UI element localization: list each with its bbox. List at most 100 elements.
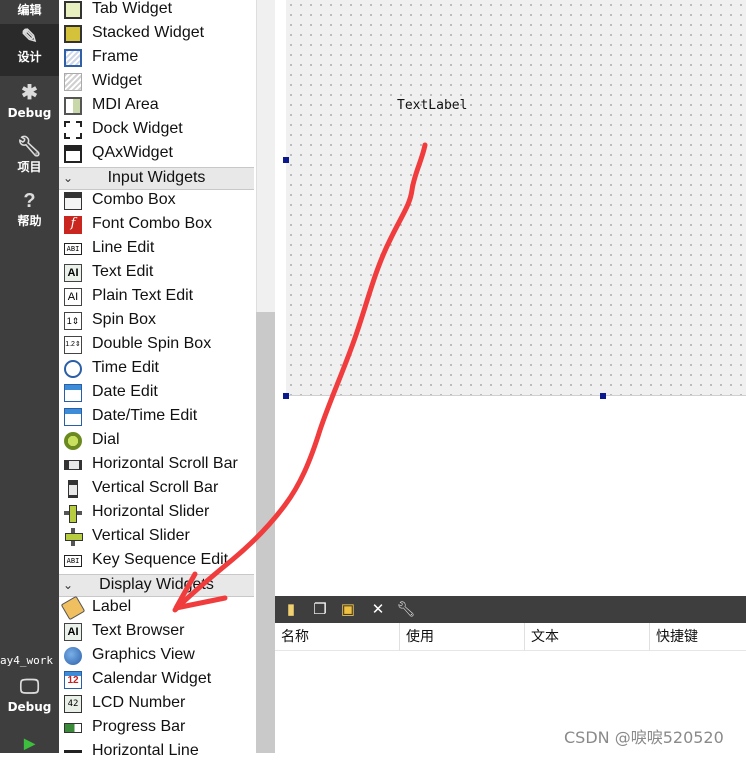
category-label: Display Widgets	[99, 576, 214, 593]
label-icon	[60, 595, 86, 621]
mode-projects-button[interactable]: 🔧︎ 项目	[0, 134, 59, 186]
resize-handle-left[interactable]	[283, 157, 289, 163]
category-input-widgets[interactable]: ⌄ Input Widgets	[59, 167, 254, 190]
play-icon: ▶	[24, 735, 35, 751]
column-header-name[interactable]: 名称	[275, 623, 400, 651]
widget-item-tab-widget[interactable]: Tab Widget	[59, 0, 256, 22]
widget-item-progress-bar[interactable]: Progress Bar	[59, 716, 256, 740]
widget-item-label: LCD Number	[92, 694, 186, 711]
column-header-shortcut[interactable]: 快捷键	[650, 623, 746, 651]
widget-item-mdi-area[interactable]: MDI Area	[59, 94, 256, 118]
key-sequence-edit-icon: ABI	[64, 555, 82, 567]
widget-item-label: Graphics View	[92, 646, 195, 663]
widget-item-label: Date Edit	[92, 383, 158, 400]
form-canvas[interactable]	[286, 0, 746, 396]
mode-debug-button[interactable]: ✱ Debug	[0, 80, 59, 132]
build-config-button[interactable]: 🖵︎ Debug	[0, 674, 59, 724]
combo-box-icon	[64, 192, 82, 210]
category-display-widgets[interactable]: ⌄ Display Widgets	[59, 574, 254, 597]
widget-item-vertical-slider[interactable]: Vertical Slider	[59, 525, 256, 549]
widget-item-label: Key Sequence Edit	[92, 551, 229, 568]
widget-item-label: Spin Box	[92, 311, 157, 328]
widget-item-label: QAxWidget	[92, 144, 173, 161]
widget-item-label: Horizontal Slider	[92, 503, 210, 520]
configure-icon[interactable]: 🔧︎	[396, 600, 416, 620]
widget-item-vertical-scroll-bar[interactable]: Vertical Scroll Bar	[59, 477, 256, 501]
widget-item-label[interactable]: Label	[59, 595, 256, 621]
widget-icon	[64, 73, 82, 91]
dock-widget-icon	[64, 121, 82, 139]
widget-item-label: Widget	[92, 72, 142, 89]
pencil-icon: ✎	[21, 26, 38, 48]
widget-item-text-edit[interactable]: AI Text Edit	[59, 261, 256, 285]
widget-item-label: Calendar Widget	[92, 670, 212, 687]
mode-design-button[interactable]: ✎ 设计	[0, 24, 59, 76]
widget-item-horizontal-line[interactable]: Horizontal Line	[59, 740, 256, 764]
widget-item-label: Font Combo Box	[92, 215, 213, 232]
new-action-icon[interactable]: ▮	[281, 600, 301, 620]
mode-help-button[interactable]: ? 帮助	[0, 188, 59, 240]
monitor-icon: 🖵︎	[19, 676, 40, 698]
widget-item-frame[interactable]: Frame	[59, 46, 256, 70]
widget-item-text-browser[interactable]: AI Text Browser	[59, 620, 256, 644]
resize-handle-bottom-left[interactable]	[283, 393, 289, 399]
widget-item-plain-text-edit[interactable]: AI Plain Text Edit	[59, 285, 256, 309]
widget-item-stacked-widget[interactable]: Stacked Widget	[59, 22, 256, 46]
widget-item-label: Frame	[92, 48, 139, 65]
widget-item-label: Text Edit	[92, 263, 154, 280]
widget-item-combo-box[interactable]: Combo Box	[59, 189, 256, 213]
widget-item-horizontal-scroll-bar[interactable]: Horizontal Scroll Bar	[59, 453, 256, 477]
widget-item-label: Date/Time Edit	[92, 407, 198, 424]
widget-item-key-sequence-edit[interactable]: ABI Key Sequence Edit	[59, 549, 256, 573]
widget-item-label: Dial	[92, 431, 120, 448]
column-header-text[interactable]: 文本	[525, 623, 650, 651]
qaxwidget-icon	[64, 145, 82, 163]
paste-action-icon[interactable]: ▣	[338, 600, 358, 620]
plain-text-edit-icon: AI	[64, 288, 82, 306]
text-label-widget[interactable]: TextLabel	[397, 98, 467, 113]
column-header-used[interactable]: 使用	[400, 623, 525, 651]
mode-edit-button[interactable]: 编辑	[0, 0, 59, 20]
resize-handle-bottom[interactable]	[600, 393, 606, 399]
watermark: CSDN @唳唳520520	[564, 728, 724, 747]
widget-item-label: Vertical Scroll Bar	[92, 479, 219, 496]
widget-item-font-combo-box[interactable]: f Font Combo Box	[59, 213, 256, 237]
stacked-widget-icon	[64, 25, 82, 43]
widget-item-calendar-widget[interactable]: 12 Calendar Widget	[59, 668, 256, 692]
widget-item-spin-box[interactable]: 1⇕ Spin Box	[59, 309, 256, 333]
mode-debug-label: Debug	[7, 106, 52, 120]
widget-item-label: Double Spin Box	[92, 335, 212, 352]
lcd-number-icon: 42	[64, 695, 82, 713]
widget-item-label: MDI Area	[92, 96, 159, 113]
bug-icon: ✱	[21, 82, 38, 104]
widget-item-qaxwidget[interactable]: QAxWidget	[59, 142, 256, 166]
font-combo-box-icon: f	[64, 216, 82, 234]
widget-box: Tab Widget Stacked Widget Frame Widget M…	[59, 0, 256, 759]
delete-action-icon[interactable]: ✕	[368, 600, 388, 620]
widget-item-label: Dock Widget	[92, 120, 183, 137]
widget-item-date-edit[interactable]: Date Edit	[59, 381, 256, 405]
widget-item-dial[interactable]: Dial	[59, 429, 256, 453]
widget-item-datetime-edit[interactable]: Date/Time Edit	[59, 405, 256, 429]
widget-item-line-edit[interactable]: ABI Line Edit	[59, 237, 256, 261]
widget-item-dock-widget[interactable]: Dock Widget	[59, 118, 256, 142]
widget-item-widget[interactable]: Widget	[59, 70, 256, 94]
spin-box-icon: 1⇕	[64, 312, 82, 330]
text-browser-icon: AI	[64, 623, 82, 641]
widget-item-time-edit[interactable]: Time Edit	[59, 357, 256, 381]
run-button[interactable]: ▶	[0, 734, 59, 753]
mode-design-label: 设计	[17, 50, 42, 64]
widget-item-horizontal-slider[interactable]: Horizontal Slider	[59, 501, 256, 525]
progress-bar-icon	[64, 723, 82, 733]
widget-item-graphics-view[interactable]: Graphics View	[59, 644, 256, 668]
widget-box-scrollbar-thumb[interactable]	[256, 312, 275, 753]
widget-item-lcd-number[interactable]: 42 LCD Number	[59, 692, 256, 716]
datetime-edit-icon	[64, 408, 82, 426]
build-config-label: Debug	[7, 700, 52, 714]
widget-item-double-spin-box[interactable]: 1.2⇕ Double Spin Box	[59, 333, 256, 357]
copy-action-icon[interactable]: ❐	[310, 600, 330, 620]
horizontal-scroll-bar-icon	[64, 460, 82, 470]
time-edit-icon	[64, 360, 82, 378]
category-label: Input Widgets	[107, 169, 206, 186]
mode-sidebar: 编辑 ✎ 设计 ✱ Debug 🔧︎ 项目 ? 帮助 ay4_work 🖵︎ D…	[0, 0, 59, 753]
